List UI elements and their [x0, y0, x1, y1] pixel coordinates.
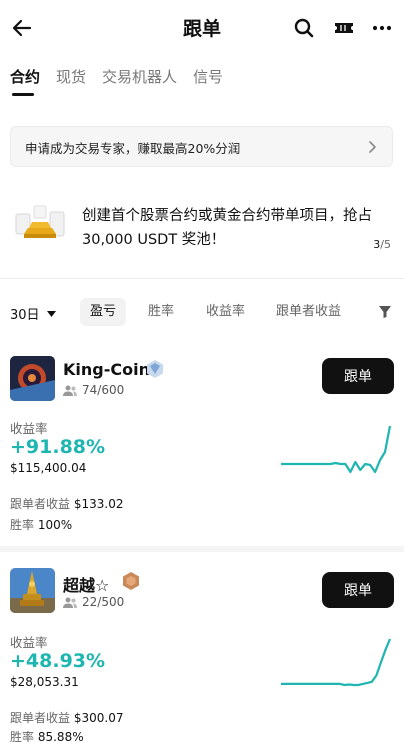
apply-expert-banner[interactable]: 申请成为交易专家，赚取最高20%分润 [10, 126, 393, 167]
follow-button[interactable]: 跟单 [322, 358, 394, 394]
follower-pnl-label: 跟单者收益 [10, 711, 71, 725]
avatar [10, 356, 55, 401]
filter-bar: 30日 盈亏 胜率 收益率 跟单者收益 [0, 296, 404, 328]
follower-count: 74/600 [63, 383, 124, 397]
pnl-value: $115,400.04 [10, 461, 87, 475]
page-total: /5 [380, 238, 391, 251]
sort-pnl[interactable]: 盈亏 [80, 298, 127, 326]
follower-pnl-value: $300.07 [73, 711, 124, 725]
category-tabs: 合约 现货 交易机器人 信号 [10, 64, 223, 104]
trader-card[interactable]: 超越☆ 22/500 跟单 收益率 +48.93% $28,053.31 跟单者… [0, 568, 404, 742]
roi-sparkline [281, 425, 392, 474]
trader-name: King-Coin [63, 360, 150, 379]
users-icon [63, 597, 77, 608]
tab-signal[interactable]: 信号 [193, 64, 223, 94]
period-label: 30日 [10, 308, 40, 323]
sparkline-path [281, 425, 392, 474]
trader-card[interactable]: King-Coin 74/600 跟单 收益率 +91.88% $115,400… [0, 356, 404, 536]
roi-value: +48.93% [10, 650, 106, 672]
win-rate-stat: 胜率 100% [10, 516, 72, 533]
tab-contract[interactable]: 合约 [10, 64, 40, 96]
filter-icon[interactable] [378, 305, 392, 319]
follower-pnl-label: 跟单者收益 [10, 497, 71, 511]
trader-name: 超越☆ [63, 576, 110, 595]
sort-win-rate[interactable]: 胜率 [138, 298, 184, 326]
win-rate-label: 胜率 [10, 730, 35, 742]
win-rate-stat: 胜率 85.88% [10, 728, 84, 742]
gold-bars-icon [15, 205, 65, 238]
tab-trading-bot[interactable]: 交易机器人 [102, 64, 177, 94]
follow-button[interactable]: 跟单 [322, 572, 394, 608]
sort-follower-pnl[interactable]: 跟单者收益 [266, 298, 351, 326]
diamond-badge-icon [147, 360, 163, 378]
roi-sparkline [281, 638, 392, 687]
tab-spot[interactable]: 现货 [56, 64, 86, 94]
follower-pnl-stat: 跟单者收益 $133.02 [10, 495, 123, 512]
chevron-right-icon [369, 141, 376, 153]
roi-value: +91.88% [10, 436, 106, 458]
promo-text: 创建首个股票合约或黄金合约带单项目，抢占 30,000 USDT 奖池！ [82, 208, 372, 248]
roi-label: 收益率 [10, 421, 48, 436]
search-icon[interactable] [292, 16, 316, 40]
follower-count: 22/500 [63, 595, 124, 609]
more-icon[interactable] [370, 16, 394, 40]
card-divider [0, 546, 404, 552]
app-header: 跟单 [0, 0, 404, 56]
caret-down-icon [46, 311, 56, 317]
hexagon-badge-icon [123, 572, 139, 590]
period-dropdown[interactable]: 30日 [10, 304, 56, 323]
banner-text: 申请成为交易专家，赚取最高20%分润 [25, 141, 241, 156]
roi-label: 收益率 [10, 635, 48, 650]
ticket-icon[interactable] [332, 16, 356, 40]
carousel-indicator: 3/5 [373, 238, 391, 251]
follower-count-value: 74/600 [82, 383, 125, 397]
win-rate-value: 85.88% [37, 730, 84, 742]
promo-carousel[interactable]: 创建首个股票合约或黄金合约带单项目，抢占 30,000 USDT 奖池！ 3/5 [0, 192, 404, 262]
sparkline-path [281, 638, 392, 687]
follower-pnl-stat: 跟单者收益 $300.07 [10, 709, 123, 726]
pnl-value: $28,053.31 [10, 675, 79, 689]
section-divider [0, 278, 404, 279]
follower-count-value: 22/500 [82, 595, 125, 609]
follower-pnl-value: $133.02 [73, 497, 124, 511]
users-icon [63, 385, 77, 396]
sort-roi[interactable]: 收益率 [196, 298, 255, 326]
win-rate-value: 100% [37, 518, 73, 532]
avatar [10, 568, 55, 613]
win-rate-label: 胜率 [10, 518, 35, 532]
